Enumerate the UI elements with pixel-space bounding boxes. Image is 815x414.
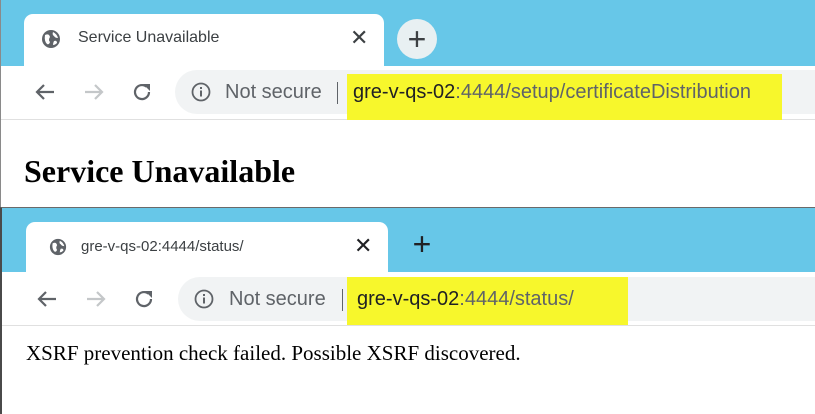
globe-icon bbox=[42, 30, 60, 48]
forward-arrow-icon bbox=[85, 84, 104, 100]
tab-title: gre-v-qs-02:4444/status/ bbox=[81, 238, 244, 255]
page-heading: Service Unavailable bbox=[24, 153, 296, 189]
globe-icon bbox=[49, 238, 67, 256]
plus-icon: + bbox=[412, 226, 432, 262]
page-content: XSRF prevention check failed. Possible X… bbox=[2, 327, 815, 414]
forward-arrow-icon bbox=[87, 291, 106, 307]
reload-icon bbox=[135, 290, 153, 308]
tab-title: Service Unavailable bbox=[78, 29, 220, 46]
tab-service-unavailable[interactable]: Service Unavailable ✕ bbox=[24, 14, 384, 66]
reload-button[interactable] bbox=[130, 285, 158, 313]
new-tab-button[interactable]: + bbox=[404, 226, 440, 262]
forward-button[interactable] bbox=[82, 285, 110, 313]
tab-strip: gre-v-qs-02:4444/status/ ✕ + bbox=[2, 208, 815, 272]
info-icon[interactable] bbox=[191, 82, 211, 102]
back-arrow-icon bbox=[35, 84, 54, 100]
security-label: Not secure bbox=[225, 81, 322, 103]
reload-icon bbox=[133, 83, 151, 101]
new-tab-button[interactable]: + bbox=[397, 19, 437, 59]
url-text[interactable]: gre-v-qs-02:4444/setup/certificateDistri… bbox=[353, 81, 751, 104]
plus-icon: + bbox=[407, 21, 427, 57]
back-arrow-icon bbox=[37, 291, 56, 307]
page-content: Service Unavailable bbox=[1, 121, 815, 207]
security-label: Not secure bbox=[229, 288, 326, 310]
url-host: gre-v-qs-02 bbox=[357, 288, 460, 310]
url-host: gre-v-qs-02 bbox=[353, 81, 456, 103]
back-button[interactable] bbox=[31, 78, 59, 106]
close-icon[interactable]: ✕ bbox=[350, 27, 368, 49]
browser-window-2: gre-v-qs-02:4444/status/ ✕ + Not secure … bbox=[0, 207, 815, 414]
address-bar[interactable]: Not secure gre-v-qs-02:4444/status/ bbox=[178, 277, 815, 325]
toolbar: Not secure gre-v-qs-02:4444/status/ bbox=[2, 272, 815, 326]
forward-button[interactable] bbox=[80, 78, 108, 106]
address-bar[interactable]: Not secure gre-v-qs-02:4444/setup/certif… bbox=[175, 70, 815, 120]
url-path: :4444/setup/certificateDistribution bbox=[455, 81, 751, 103]
toolbar: Not secure gre-v-qs-02:4444/setup/certif… bbox=[1, 66, 815, 120]
omnibox-separator bbox=[337, 82, 338, 104]
back-button[interactable] bbox=[33, 285, 61, 313]
browser-window-1: Service Unavailable ✕ + Not secure gre-v… bbox=[0, 0, 815, 207]
error-message: XSRF prevention check failed. Possible X… bbox=[26, 341, 521, 365]
omnibox-separator bbox=[342, 289, 343, 311]
url-path: :4444/status/ bbox=[459, 288, 574, 310]
url-text[interactable]: gre-v-qs-02:4444/status/ bbox=[357, 288, 574, 311]
tab-status[interactable]: gre-v-qs-02:4444/status/ ✕ bbox=[26, 222, 388, 272]
reload-button[interactable] bbox=[128, 78, 156, 106]
info-icon[interactable] bbox=[194, 289, 214, 309]
tab-strip: Service Unavailable ✕ + bbox=[1, 0, 815, 66]
close-icon[interactable]: ✕ bbox=[354, 235, 372, 257]
